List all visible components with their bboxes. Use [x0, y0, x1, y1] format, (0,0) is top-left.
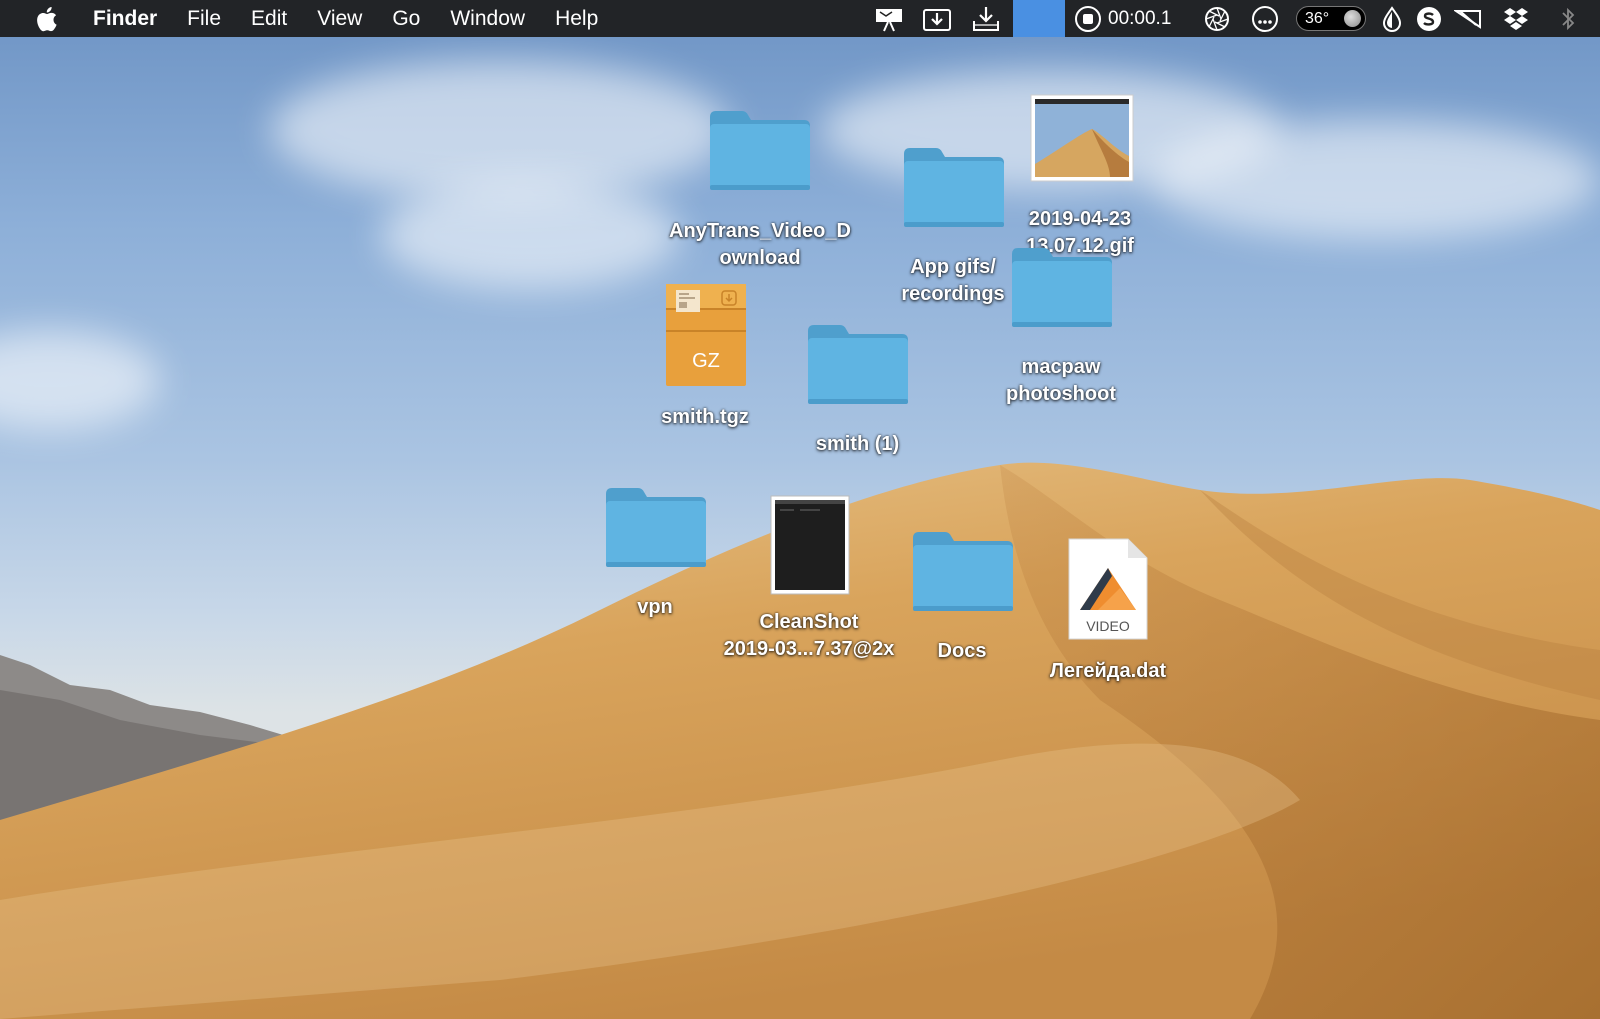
menu-help[interactable]: Help — [540, 0, 613, 37]
download-box-icon[interactable] — [920, 0, 954, 37]
menu-window[interactable]: Window — [435, 0, 540, 37]
download-tray-icon[interactable] — [968, 0, 1004, 37]
screenshot-thumbnail-icon[interactable] — [770, 495, 850, 600]
folder-icon[interactable] — [806, 323, 910, 412]
timer-text: 00:00.1 — [1108, 7, 1172, 29]
skype-icon[interactable] — [1414, 0, 1444, 37]
temperature-text: 36° — [1305, 9, 1330, 27]
keynote-icon[interactable] — [872, 0, 908, 37]
video-file-icon[interactable]: VIDEO — [1068, 538, 1148, 645]
item-label[interactable]: Легейда.dat — [1018, 658, 1198, 685]
record-timer[interactable]: 00:00.1 — [1074, 0, 1186, 37]
item-label[interactable]: AnyTrans_Video_D ownload — [640, 218, 880, 272]
item-label[interactable]: CleanShot 2019-03...7.37@2x — [700, 609, 918, 663]
record-stop-icon[interactable] — [1074, 5, 1102, 33]
drop-icon[interactable] — [1378, 0, 1406, 37]
apple-icon[interactable] — [34, 6, 58, 32]
item-label[interactable]: vpn — [615, 594, 695, 621]
folder-icon[interactable] — [604, 486, 708, 575]
folder-icon[interactable] — [708, 109, 812, 198]
menu-go[interactable]: Go — [377, 0, 435, 37]
item-label[interactable]: macpaw photoshoot — [975, 354, 1147, 408]
menu-app-finder[interactable]: Finder — [78, 0, 172, 37]
selected-status-item[interactable] — [1013, 0, 1065, 37]
menu-edit[interactable]: Edit — [236, 0, 302, 37]
menu-view[interactable]: View — [302, 0, 377, 37]
item-label[interactable]: smith (1) — [780, 431, 935, 458]
item-label[interactable]: Docs — [912, 638, 1012, 665]
archive-badge: GZ — [692, 350, 720, 372]
folder-icon[interactable] — [902, 146, 1006, 235]
archive-icon[interactable]: GZ — [666, 284, 746, 391]
menubar: Finder File Edit View Go Window Help 00:… — [0, 0, 1600, 37]
folder-icon[interactable] — [1010, 246, 1114, 335]
temperature-knob-icon — [1344, 10, 1361, 27]
folder-icon[interactable] — [911, 530, 1015, 619]
dropbox-icon[interactable] — [1500, 0, 1532, 37]
menu-file[interactable]: File — [172, 0, 236, 37]
temperature-widget[interactable]: 36° — [1296, 6, 1366, 31]
more-circle-icon[interactable] — [1248, 0, 1282, 37]
image-thumbnail-icon[interactable] — [1030, 94, 1134, 187]
item-label[interactable]: smith.tgz — [630, 404, 780, 431]
aperture-icon[interactable] — [1200, 0, 1234, 37]
desktop[interactable]: AnyTrans_Video_D ownload App gifs/ recor… — [0, 0, 1600, 1019]
bluetooth-icon[interactable] — [1554, 0, 1582, 37]
flag-icon[interactable] — [1452, 0, 1484, 37]
video-badge: VIDEO — [1086, 618, 1130, 634]
